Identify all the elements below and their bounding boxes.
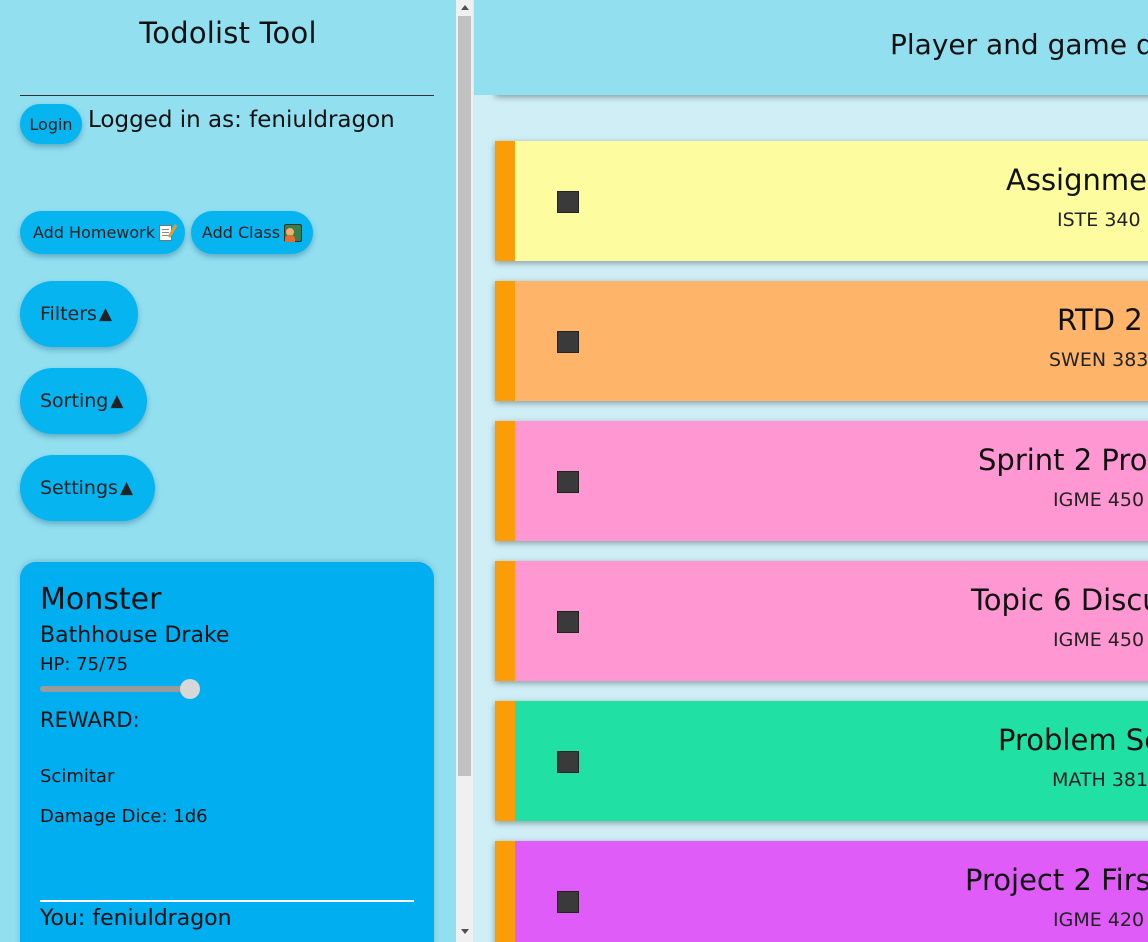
- assignment-checkbox[interactable]: [557, 331, 579, 353]
- logged-in-status: Logged in as: feniuldragon: [88, 107, 395, 133]
- assignment-checkbox[interactable]: [557, 751, 579, 773]
- assignments-panel: Player and game d Assignment ISTE 340 RT…: [474, 0, 1148, 942]
- monster-hp: HP: 75/75: [40, 654, 129, 675]
- assignment-checkbox[interactable]: [557, 611, 579, 633]
- scroll-up-arrow-icon[interactable]: [456, 0, 473, 14]
- hp-slider-track: [40, 686, 190, 692]
- scroll-down-arrow-icon[interactable]: [456, 924, 473, 938]
- assignment-card[interactable]: Topic 6 Discus IGME 450: [495, 561, 1148, 681]
- assignment-course: IGME 450: [1053, 489, 1145, 511]
- divider: [40, 900, 414, 902]
- app-title: Todolist Tool: [139, 16, 317, 50]
- sidebar-scrollbar[interactable]: [456, 0, 473, 942]
- caret-up-icon: ▲: [98, 304, 113, 324]
- assignment-title: Assignment: [1006, 163, 1148, 197]
- monster-name: Bathhouse Drake: [40, 623, 230, 648]
- monster-heading: Monster: [40, 582, 162, 617]
- assignment-title: Problem Set: [998, 723, 1148, 757]
- reward-label: REWARD:: [40, 708, 140, 732]
- caret-up-icon: ▲: [119, 478, 134, 498]
- assignment-checkbox[interactable]: [557, 191, 579, 213]
- caret-up-icon: ▲: [110, 391, 124, 411]
- assignment-card[interactable]: Sprint 2 Propo IGME 450: [495, 421, 1148, 541]
- assignment-card[interactable]: Problem Set MATH 381: [495, 701, 1148, 821]
- hp-slider-thumb[interactable]: [180, 679, 200, 699]
- assignment-course: IGME 420: [1053, 909, 1145, 931]
- add-class-button[interactable]: Add Class: [191, 211, 313, 254]
- divider: [20, 95, 434, 96]
- main-header: Player and game d: [474, 0, 1148, 95]
- assignment-title: Topic 6 Discus: [971, 583, 1148, 617]
- sorting-label: Sorting: [40, 390, 109, 412]
- reward-damage-dice: Damage Dice: 1d6: [40, 806, 208, 827]
- reward-item: Scimitar: [40, 766, 115, 787]
- assignment-course: SWEN 383: [1049, 349, 1148, 371]
- monster-card: Monster Bathhouse Drake HP: 75/75 REWARD…: [20, 562, 434, 942]
- login-button[interactable]: Login: [20, 104, 82, 144]
- assignment-card[interactable]: RTD 2 SWEN 383: [495, 281, 1148, 401]
- main-header-title: Player and game d: [890, 28, 1148, 61]
- sorting-dropdown[interactable]: Sorting ▲: [20, 368, 147, 434]
- assignment-card[interactable]: Assignment ISTE 340: [495, 141, 1148, 261]
- filters-label: Filters: [40, 303, 97, 325]
- assignment-course: MATH 381: [1052, 769, 1148, 791]
- scrollbar-thumb[interactable]: [458, 16, 471, 776]
- teacher-icon: [284, 223, 303, 242]
- player-label: You: feniuldragon: [40, 906, 232, 931]
- assignment-card[interactable]: Project 2 First IGME 420: [495, 841, 1148, 942]
- assignment-title: RTD 2: [1057, 303, 1143, 337]
- add-class-label: Add Class: [201, 223, 281, 242]
- assignment-checkbox[interactable]: [557, 471, 579, 493]
- assignment-course: ISTE 340: [1057, 209, 1141, 231]
- assignment-title: Project 2 First: [965, 863, 1148, 897]
- assignment-course: IGME 450: [1053, 629, 1145, 651]
- memo-icon: [159, 224, 173, 241]
- add-homework-button[interactable]: Add Homework: [20, 211, 185, 254]
- add-homework-label: Add Homework: [32, 223, 156, 242]
- settings-label: Settings: [40, 477, 118, 499]
- assignment-checkbox[interactable]: [557, 891, 579, 913]
- settings-dropdown[interactable]: Settings ▲: [20, 455, 155, 521]
- assignment-title: Sprint 2 Propo: [978, 443, 1148, 477]
- sidebar: Todolist Tool Login Logged in as: feniul…: [0, 0, 456, 942]
- filters-dropdown[interactable]: Filters ▲: [20, 281, 138, 347]
